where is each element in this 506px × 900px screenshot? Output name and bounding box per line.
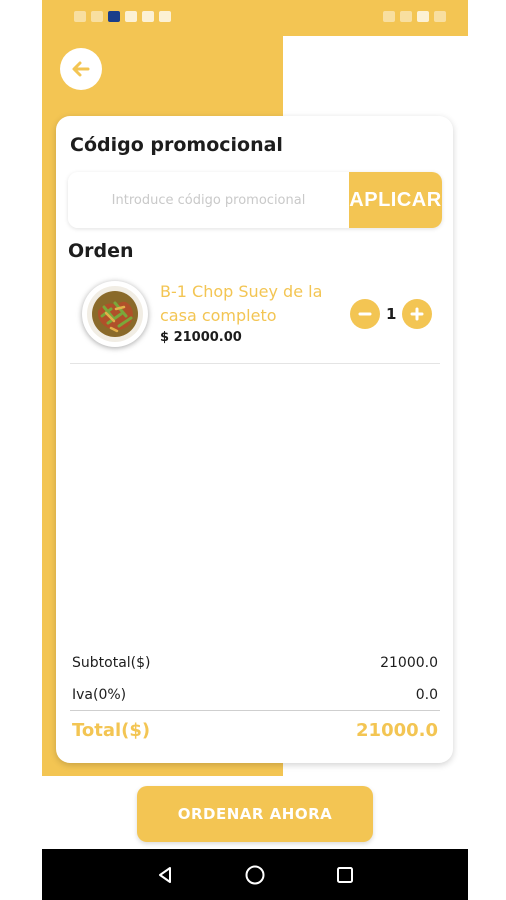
order-title: Orden [68, 240, 134, 262]
plus-icon [410, 307, 424, 321]
left-margin [0, 0, 42, 900]
item-image [82, 281, 148, 347]
mail-icon [142, 11, 154, 22]
navigation-bar [42, 849, 468, 900]
recents-square-icon [337, 867, 353, 883]
order-card: Código promocional APLICAR Orden B-1 Cho… [56, 116, 453, 763]
whatsapp-icon [125, 11, 137, 22]
quantity-stepper: 1 [350, 299, 433, 329]
promo-code-input[interactable] [68, 172, 349, 228]
total-row: Total($) 21000.0 [72, 720, 438, 741]
back-button[interactable] [60, 48, 102, 90]
iva-label: Iva(0%) [72, 687, 127, 703]
order-now-button[interactable]: ORDENAR AHORA [137, 786, 373, 842]
right-margin [468, 0, 506, 900]
iva-row: Iva(0%) 0.0 [72, 687, 438, 703]
back-triangle-icon [159, 867, 171, 883]
nav-recents-button[interactable] [332, 862, 358, 888]
alarm-icon [383, 11, 395, 22]
decrease-quantity-button[interactable] [350, 299, 380, 329]
total-label: Total($) [72, 720, 151, 741]
item-price: $ 21000.00 [160, 330, 242, 345]
total-value: 21000.0 [356, 720, 438, 741]
food-plate-icon [87, 286, 143, 342]
signal-icon [74, 11, 86, 22]
minus-icon [358, 312, 372, 316]
home-circle-icon [245, 865, 265, 885]
status-bar-right-icons [383, 11, 446, 22]
time-indicator [434, 11, 446, 22]
subtotal-value: 21000.0 [380, 655, 438, 671]
promo-code-row: APLICAR [68, 172, 442, 228]
item-divider [70, 363, 440, 364]
nav-back-button[interactable] [152, 862, 178, 888]
iva-value: 0.0 [415, 687, 438, 703]
network-icon [400, 11, 412, 22]
subtotal-row: Subtotal($) 21000.0 [72, 655, 438, 671]
order-item: B-1 Chop Suey de la casa completo $ 2100… [68, 272, 440, 364]
cart-screen: Código promocional APLICAR Orden B-1 Cho… [42, 36, 468, 849]
item-name: B-1 Chop Suey de la casa completo [160, 282, 323, 325]
status-bar [42, 0, 468, 36]
arrow-left-icon [72, 61, 90, 77]
notification-icon [108, 11, 120, 22]
quantity-value: 1 [386, 305, 397, 323]
gallery-icon [159, 11, 171, 22]
total-divider [70, 710, 440, 711]
nav-home-button[interactable] [242, 862, 268, 888]
promo-title: Código promocional [70, 134, 283, 156]
subtotal-label: Subtotal($) [72, 655, 151, 671]
status-bar-left-icons [74, 11, 171, 22]
apply-button[interactable]: APLICAR [349, 172, 442, 228]
increase-quantity-button[interactable] [402, 299, 433, 329]
wifi-icon [91, 11, 103, 22]
battery-icon [417, 11, 429, 22]
